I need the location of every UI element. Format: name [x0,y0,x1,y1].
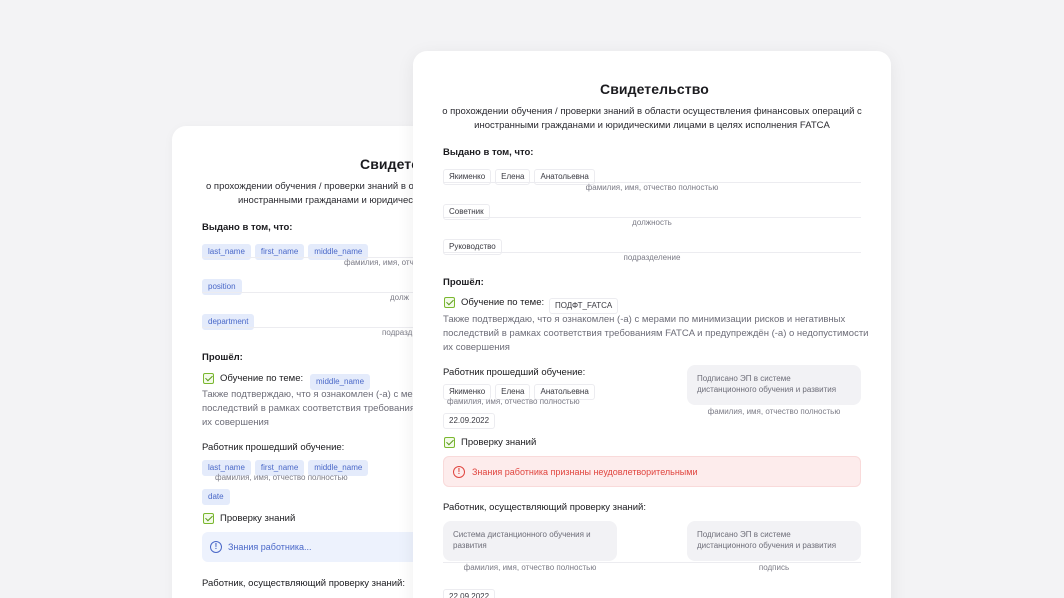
knowledge-alert: ! Знания работника признаны неудовлетвор… [443,456,861,487]
passed-label: Прошёл: [202,352,243,363]
worker-date: 22.09.2022 [443,410,499,429]
worker-label: Работник прошедший обучение: [443,367,586,378]
certificate-card: Свидетельство о прохождении обучения / п… [413,51,891,598]
training-label: Обучение по теме: [220,373,304,384]
checker-date: 22.09.2022 [443,586,499,598]
worker-caption: фамилия, имя, отчество полностью [215,473,348,482]
checker-signature-caption: подпись [758,563,790,572]
knowledge-checkbox[interactable] [444,437,455,448]
training-checkbox[interactable] [203,373,214,384]
para-line-3: их совершения [443,342,510,353]
alert-text: Знания работника... [228,542,312,552]
knowledge-label: Проверку знаний [461,437,537,448]
signature-box: Подписано ЭП в системе дистанционного об… [687,365,861,405]
training-checkbox[interactable] [444,297,455,308]
subtitle-line-2: иностранными гражданами и юридическими л… [474,120,830,131]
para-line-2: последствий в рамках соответствия требов… [202,403,415,414]
passed-label: Прошёл: [443,277,484,288]
knowledge-checkbox[interactable] [203,513,214,524]
knowledge-label: Проверку знаний [220,513,296,524]
signature-caption: фамилия, имя, отчество полностью [707,407,841,416]
worker-date: date [202,486,234,505]
department-caption: подразд [382,328,413,337]
page-title: Свидетельство [600,81,709,97]
chip-date[interactable]: 22.09.2022 [443,589,496,598]
department-caption: подразделение [623,253,681,262]
alert-text: Знания работника признаны неудовлетворит… [472,467,698,477]
subtitle-line-1: о прохождении обучения / проверки знаний… [206,181,414,192]
checker-caption: фамилия, имя, отчество полностью [463,563,597,572]
worker-label: Работник прошедший обучение: [202,442,345,453]
name-caption: фамилия, имя, отчество полностью [585,183,719,192]
checker-label: Работник, осуществляющий проверку знаний… [202,578,406,589]
training-label: Обучение по теме: [461,297,545,308]
checker-signature-box: Подписано ЭП в системе дистанционного об… [687,521,861,561]
issued-label: Выдано в том, что: [443,147,534,158]
worker-caption: фамилия, имя, отчество полностью [447,397,580,406]
position-caption: должность [632,218,672,227]
warning-icon: ! [453,466,465,478]
training-topic: ПОДФТ_FATCA [549,295,622,314]
issued-label: Выдано в том, что: [202,222,293,233]
para-line-1: Также подтверждаю, что я ознакомлен (-а)… [443,314,846,325]
subtitle-line-1: о прохождении обучения / проверки знаний… [442,106,862,117]
position-caption: долж [390,293,409,302]
chip-date[interactable]: date [202,489,230,505]
para-line-2: последствий в рамках соответствия требов… [443,328,869,339]
para-line-3: их совершения [202,417,269,428]
subtitle-line-2: иностранными гражданами и юридичес [238,195,414,206]
checker-label: Работник, осуществляющий проверку знаний… [443,502,647,513]
para-line-1: Также подтверждаю, что я ознакомлен (-а)… [202,389,418,400]
info-icon: ! [210,541,222,553]
chip-training-topic[interactable]: ПОДФТ_FATCA [549,298,619,314]
name-caption: фамилия, имя, отчес [344,258,423,267]
checker-box: Система дистанционного обучения и развит… [443,521,617,561]
chip-date[interactable]: 22.09.2022 [443,413,496,429]
